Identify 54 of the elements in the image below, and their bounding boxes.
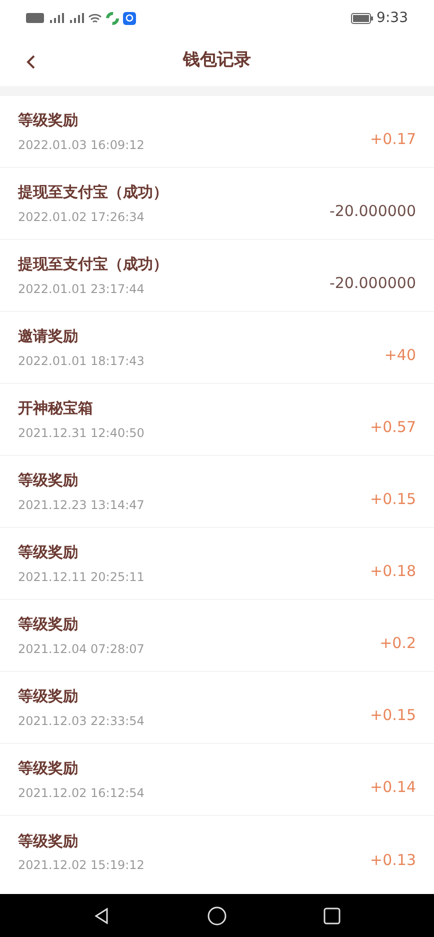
record-title: 等级奖励 xyxy=(18,614,79,636)
record-row[interactable]: 等级奖励 2021.12.03 22:33:54 +0.15 xyxy=(0,672,434,744)
back-icon xyxy=(26,54,36,70)
record-amount: -20.000000 xyxy=(329,201,416,222)
signal-icon xyxy=(68,13,84,23)
record-amount: +0.2 xyxy=(380,633,416,654)
record-time: 2021.12.02 15:19:12 xyxy=(18,857,144,874)
record-title: 等级奖励 xyxy=(18,542,79,564)
record-amount: +0.57 xyxy=(370,417,416,438)
record-title: 等级奖励 xyxy=(18,830,79,852)
record-row[interactable]: 等级奖励 2021.12.04 07:28:07 +0.2 xyxy=(0,600,434,672)
signal-icon xyxy=(48,13,64,23)
record-time: 2021.12.04 07:28:07 xyxy=(18,640,144,658)
record-row[interactable]: 等级奖励 2021.12.02 15:19:12 +0.13 xyxy=(0,816,434,888)
record-title: 等级奖励 xyxy=(18,686,79,708)
record-row[interactable]: 等级奖励 2021.12.23 13:14:47 +0.15 xyxy=(0,456,434,528)
record-row[interactable]: 等级奖励 2021.12.11 20:25:11 +0.18 xyxy=(0,528,434,600)
record-time: 2021.12.03 22:33:54 xyxy=(18,712,144,730)
record-amount: +0.17 xyxy=(370,129,416,150)
record-time: 2021.12.23 13:14:47 xyxy=(18,496,144,514)
record-row[interactable]: 开神秘宝箱 2021.12.31 12:40:50 +0.57 xyxy=(0,384,434,456)
status-time: 9:33 xyxy=(376,8,408,28)
record-title: 等级奖励 xyxy=(18,758,79,780)
record-amount: +40 xyxy=(384,345,416,366)
record-row[interactable]: 邀请奖励 2022.01.01 18:17:43 +40 xyxy=(0,312,434,384)
record-row[interactable]: 提现至支付宝（成功） 2022.01.01 23:17:44 -20.000000 xyxy=(0,240,434,312)
record-time: 2022.01.02 17:26:34 xyxy=(18,208,146,226)
record-amount: -20.000000 xyxy=(329,273,416,294)
record-time: 2022.01.01 18:17:43 xyxy=(18,352,144,370)
wifi-icon xyxy=(88,12,102,24)
record-time: 2022.01.01 23:17:44 xyxy=(18,280,146,298)
recent-apps-icon[interactable] xyxy=(323,907,341,925)
record-amount: +0.13 xyxy=(370,850,416,871)
record-amount: +0.14 xyxy=(370,777,416,798)
record-time: 2022.01.03 16:09:12 xyxy=(18,136,144,154)
record-row[interactable]: 提现至支付宝（成功） 2022.01.02 17:26:34 -20.000000 xyxy=(0,168,434,240)
back-icon[interactable] xyxy=(93,907,111,925)
record-title: 邀请奖励 xyxy=(18,326,79,348)
record-title: 等级奖励 xyxy=(18,110,79,132)
record-row[interactable]: 等级奖励 2022.01.03 16:09:12 +0.17 xyxy=(0,96,434,168)
record-time: 2021.12.11 20:25:11 xyxy=(18,568,144,586)
record-amount: +0.15 xyxy=(370,705,416,726)
record-amount: +0.15 xyxy=(370,489,416,510)
record-time: 2021.12.31 12:40:50 xyxy=(18,424,144,442)
record-title: 提现至支付宝（成功） xyxy=(18,182,168,204)
record-title: 等级奖励 xyxy=(18,470,79,492)
record-title: 开神秘宝箱 xyxy=(18,398,94,420)
record-row[interactable]: 等级奖励 2021.12.02 16:12:54 +0.14 xyxy=(0,744,434,816)
home-icon[interactable] xyxy=(207,906,227,926)
record-title: 提现至支付宝（成功） xyxy=(18,254,168,276)
record-amount: +0.18 xyxy=(370,561,416,582)
page-title: 钱包记录 xyxy=(183,49,251,72)
battery-icon xyxy=(350,12,373,24)
record-time: 2021.12.02 16:12:54 xyxy=(18,784,144,802)
